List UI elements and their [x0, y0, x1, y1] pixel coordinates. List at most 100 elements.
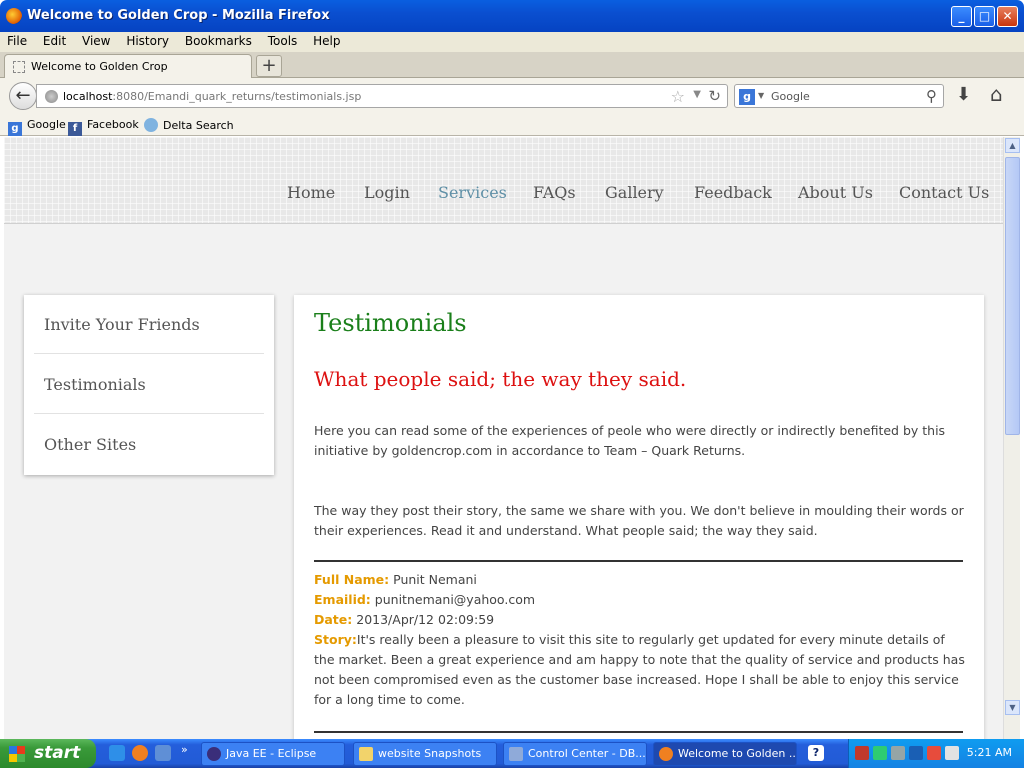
taskbar-item-control-center[interactable]: Control Center - DB...	[503, 742, 647, 766]
scroll-down-button[interactable]: ▼	[1005, 700, 1020, 715]
help-icon[interactable]: ?	[808, 745, 824, 761]
globe-icon	[45, 90, 58, 103]
page-icon	[13, 61, 25, 73]
bookmark-star-icon[interactable]: ☆	[671, 87, 685, 106]
tray-network-icon[interactable]	[873, 746, 887, 760]
tray-settings-icon[interactable]	[891, 746, 905, 760]
control-center-icon	[509, 747, 523, 761]
clock: 5:21 AM	[966, 746, 1012, 759]
firefox-icon	[659, 747, 673, 761]
menu-view[interactable]: View	[77, 32, 115, 50]
date-row: Date: 2013/Apr/12 02:09:59	[314, 610, 966, 630]
nav-faqs[interactable]: FAQs	[533, 183, 576, 202]
download-icon[interactable]: ⬇	[956, 84, 971, 105]
bookmark-google[interactable]: g Google	[8, 118, 66, 136]
taskbar-item-firefox[interactable]: Welcome to Golden ...	[653, 742, 797, 766]
folder-icon	[359, 747, 373, 761]
quicklaunch-overflow-icon[interactable]: »	[181, 743, 188, 756]
sidebar: Invite Your Friends Testimonials Other S…	[24, 295, 274, 475]
tray-search-icon[interactable]	[945, 746, 959, 760]
nav-about-us[interactable]: About Us	[798, 183, 873, 202]
full-name-value: Punit Nemani	[393, 572, 477, 587]
tray-shield-icon[interactable]	[927, 746, 941, 760]
menu-help[interactable]: Help	[308, 32, 345, 50]
browser-tab[interactable]: Welcome to Golden Crop	[4, 54, 252, 78]
back-button[interactable]: ←	[9, 82, 37, 110]
story-label: Story:	[314, 632, 357, 647]
firefox-icon	[6, 8, 22, 24]
address-bar[interactable]: localhost:8080/Emandi_quark_returns/test…	[36, 84, 728, 108]
tray-volume-icon[interactable]	[855, 746, 869, 760]
system-tray: 5:21 AM	[848, 739, 1024, 768]
search-input[interactable]: Google	[771, 90, 810, 103]
divider	[34, 353, 264, 354]
search-box[interactable]: g ▼ Google ⚲	[734, 84, 944, 108]
window-title: Welcome to Golden Crop - Mozilla Firefox	[27, 8, 330, 23]
title-bar[interactable]: Welcome to Golden Crop - Mozilla Firefox…	[0, 0, 1024, 32]
main-panel: Testimonials What people said; the way t…	[294, 295, 984, 739]
page-subtitle: What people said; the way they said.	[314, 367, 687, 391]
nav-gallery[interactable]: Gallery	[605, 183, 664, 202]
engine-dropdown-icon[interactable]: ▼	[758, 91, 764, 100]
intro-paragraph: Here you can read some of the experience…	[314, 423, 946, 458]
menu-file[interactable]: File	[2, 32, 32, 50]
ie-icon[interactable]	[109, 745, 125, 761]
nav-services[interactable]: Services	[438, 183, 507, 202]
taskbar: start » Java EE - Eclipse website Snapsh…	[0, 739, 1024, 768]
nav-home[interactable]: Home	[287, 183, 335, 202]
app-quicklaunch-icon[interactable]	[155, 745, 171, 761]
windows-flag-icon	[9, 746, 25, 762]
story-value: It's really been a pleasure to visit thi…	[314, 632, 965, 707]
firefox-window: Welcome to Golden Crop - Mozilla Firefox…	[0, 0, 1024, 768]
google-engine-icon[interactable]: g	[739, 89, 755, 105]
page-title: Testimonials	[314, 309, 467, 337]
reload-icon[interactable]: ↻	[708, 87, 721, 105]
nav-feedback[interactable]: Feedback	[694, 183, 772, 202]
date-label: Date:	[314, 612, 353, 627]
close-button[interactable]: ✕	[997, 6, 1018, 27]
start-button[interactable]: start	[0, 739, 96, 768]
email-row: Emailid: punitnemani@yahoo.com	[314, 590, 966, 610]
bookmark-delta-search[interactable]: Delta Search	[144, 118, 234, 132]
home-icon[interactable]: ⌂	[990, 82, 1003, 106]
maximize-button[interactable]: □	[974, 6, 995, 27]
facebook-icon: f	[68, 122, 82, 136]
tray-monitor-icon[interactable]	[909, 746, 923, 760]
scroll-up-button[interactable]: ▲	[1005, 138, 1020, 153]
story-row: Story:It's really been a pleasure to vis…	[314, 630, 966, 710]
minimize-button[interactable]: _	[951, 6, 972, 27]
divider	[34, 413, 264, 414]
page-viewport: Home Login Services FAQs Gallery Feedbac…	[4, 137, 1003, 739]
firefox-quicklaunch-icon[interactable]	[132, 745, 148, 761]
sidebar-item-other-sites[interactable]: Other Sites	[44, 435, 136, 454]
site-header: Home Login Services FAQs Gallery Feedbac…	[4, 137, 1003, 224]
sidebar-item-invite-friends[interactable]: Invite Your Friends	[44, 315, 200, 334]
taskbar-item-snapshots[interactable]: website Snapshots	[353, 742, 497, 766]
delta-search-icon	[144, 118, 158, 132]
sidebar-item-testimonials[interactable]: Testimonials	[44, 375, 146, 394]
taskbar-item-eclipse[interactable]: Java EE - Eclipse	[201, 742, 345, 766]
tab-bar: Welcome to Golden Crop +	[0, 52, 1024, 78]
menu-history[interactable]: History	[121, 32, 174, 50]
bookmarks-toolbar: g Google f Facebook Delta Search	[0, 114, 1024, 136]
new-tab-button[interactable]: +	[256, 55, 282, 77]
full-name-row: Full Name: Punit Nemani	[314, 570, 966, 590]
testimonial-entry: Full Name: Punit Nemani Emailid: punitne…	[314, 570, 966, 710]
bookmark-facebook[interactable]: f Facebook	[68, 118, 139, 136]
menu-bookmarks[interactable]: Bookmarks	[180, 32, 257, 50]
eclipse-icon	[207, 747, 221, 761]
divider	[314, 560, 963, 562]
navigation-toolbar: ← localhost:8080/Emandi_quark_returns/te…	[0, 78, 1024, 114]
history-dropdown-icon[interactable]: ▼	[693, 89, 701, 100]
url-text: localhost:8080/Emandi_quark_returns/test…	[63, 90, 362, 103]
search-icon[interactable]: ⚲	[926, 87, 937, 105]
vertical-scrollbar[interactable]: ▲ ▼	[1003, 137, 1020, 739]
nav-contact-us[interactable]: Contact Us	[899, 183, 989, 202]
google-icon: g	[8, 122, 22, 136]
scroll-thumb[interactable]	[1005, 157, 1020, 435]
full-name-label: Full Name:	[314, 572, 390, 587]
menu-edit[interactable]: Edit	[38, 32, 71, 50]
nav-login[interactable]: Login	[364, 183, 410, 202]
email-label: Emailid:	[314, 592, 371, 607]
menu-tools[interactable]: Tools	[263, 32, 303, 50]
